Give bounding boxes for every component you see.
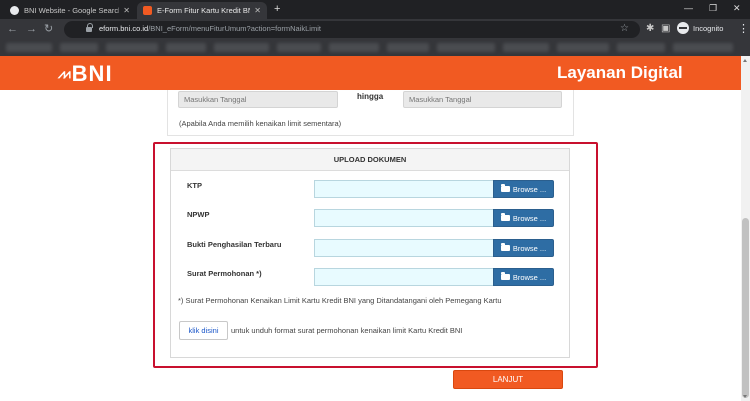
bookmark-item[interactable] (673, 43, 733, 52)
incognito-icon (677, 22, 689, 34)
scroll-down-icon[interactable] (743, 395, 747, 398)
page-title: Layanan Digital (557, 63, 683, 82)
bookmarks-bar (0, 40, 750, 56)
address-bar[interactable]: eform.bni.co.id/BNI_eForm/menuFiturUmum?… (64, 21, 640, 38)
start-date-input[interactable] (178, 91, 338, 108)
end-date-input[interactable] (403, 91, 562, 108)
close-tab-icon[interactable]: ✕ (254, 6, 261, 15)
browser-toolbar: ← → ↻ eform.bni.co.id/BNI_eForm/menuFitu… (0, 19, 750, 40)
page-scrollbar[interactable] (741, 56, 750, 401)
lanjut-button[interactable]: LANJUT (453, 370, 563, 389)
side-panel-icon[interactable]: ▣ (661, 23, 670, 34)
bookmark-star-icon[interactable]: ☆ (620, 23, 629, 34)
bni-favicon-icon (143, 6, 152, 15)
forward-icon[interactable]: → (26, 23, 37, 35)
url-text: eform.bni.co.id/BNI_eForm/menuFiturUmum?… (99, 24, 321, 33)
date-range-note: (Apabila Anda memilih kenaikan limit sem… (179, 119, 342, 128)
minimize-icon[interactable]: — (684, 3, 693, 13)
tab-title: BNI Website - Google Search (24, 6, 120, 15)
bookmark-item[interactable] (617, 43, 665, 52)
new-tab-icon[interactable]: + (274, 3, 280, 15)
browser-menu-icon[interactable]: ⋮ (738, 22, 749, 35)
browser-tabstrip: BNI Website - Google Search ✕ E-Form Fit… (0, 0, 750, 19)
bookmark-item[interactable] (60, 43, 98, 52)
site-header: ⩘⩘ BNI Layanan Digital (0, 56, 741, 90)
bni-logo-text: BNI (71, 61, 113, 86)
reload-icon[interactable]: ↻ (44, 23, 53, 35)
extensions-icon[interactable]: ✱ (646, 23, 654, 34)
bookmark-item[interactable] (387, 43, 429, 52)
scroll-up-icon[interactable] (743, 59, 747, 62)
close-tab-icon[interactable]: ✕ (123, 6, 130, 15)
bni-logo-mark-icon: ⩘⩘ (58, 66, 71, 81)
bookmark-item[interactable] (329, 43, 379, 52)
restore-icon[interactable]: ❐ (709, 3, 717, 14)
tab-eform[interactable]: E-Form Fitur Kartu Kredit BNI ✕ (137, 2, 267, 19)
bookmark-item[interactable] (503, 43, 549, 52)
bni-logo[interactable]: ⩘⩘ BNI (58, 61, 113, 87)
tab-google-search[interactable]: BNI Website - Google Search ✕ (4, 2, 136, 19)
incognito-label: Incognito (693, 23, 724, 33)
date-range-separator: hingga (357, 92, 384, 101)
bookmark-item[interactable] (277, 43, 321, 52)
bookmark-item[interactable] (214, 43, 269, 52)
tab-title: E-Form Fitur Kartu Kredit BNI (157, 6, 251, 15)
highlight-box (153, 142, 598, 368)
google-favicon-icon (10, 6, 19, 15)
bookmark-item[interactable] (6, 43, 52, 52)
bookmark-item[interactable] (557, 43, 609, 52)
incognito-indicator[interactable]: Incognito (677, 22, 723, 34)
bookmark-item[interactable] (106, 43, 158, 52)
close-window-icon[interactable]: ✕ (733, 3, 741, 14)
lock-icon (86, 23, 93, 33)
back-icon[interactable]: ← (7, 23, 18, 35)
bookmark-item[interactable] (437, 43, 495, 52)
bookmark-item[interactable] (166, 43, 206, 52)
scrollbar-thumb[interactable] (742, 218, 749, 398)
